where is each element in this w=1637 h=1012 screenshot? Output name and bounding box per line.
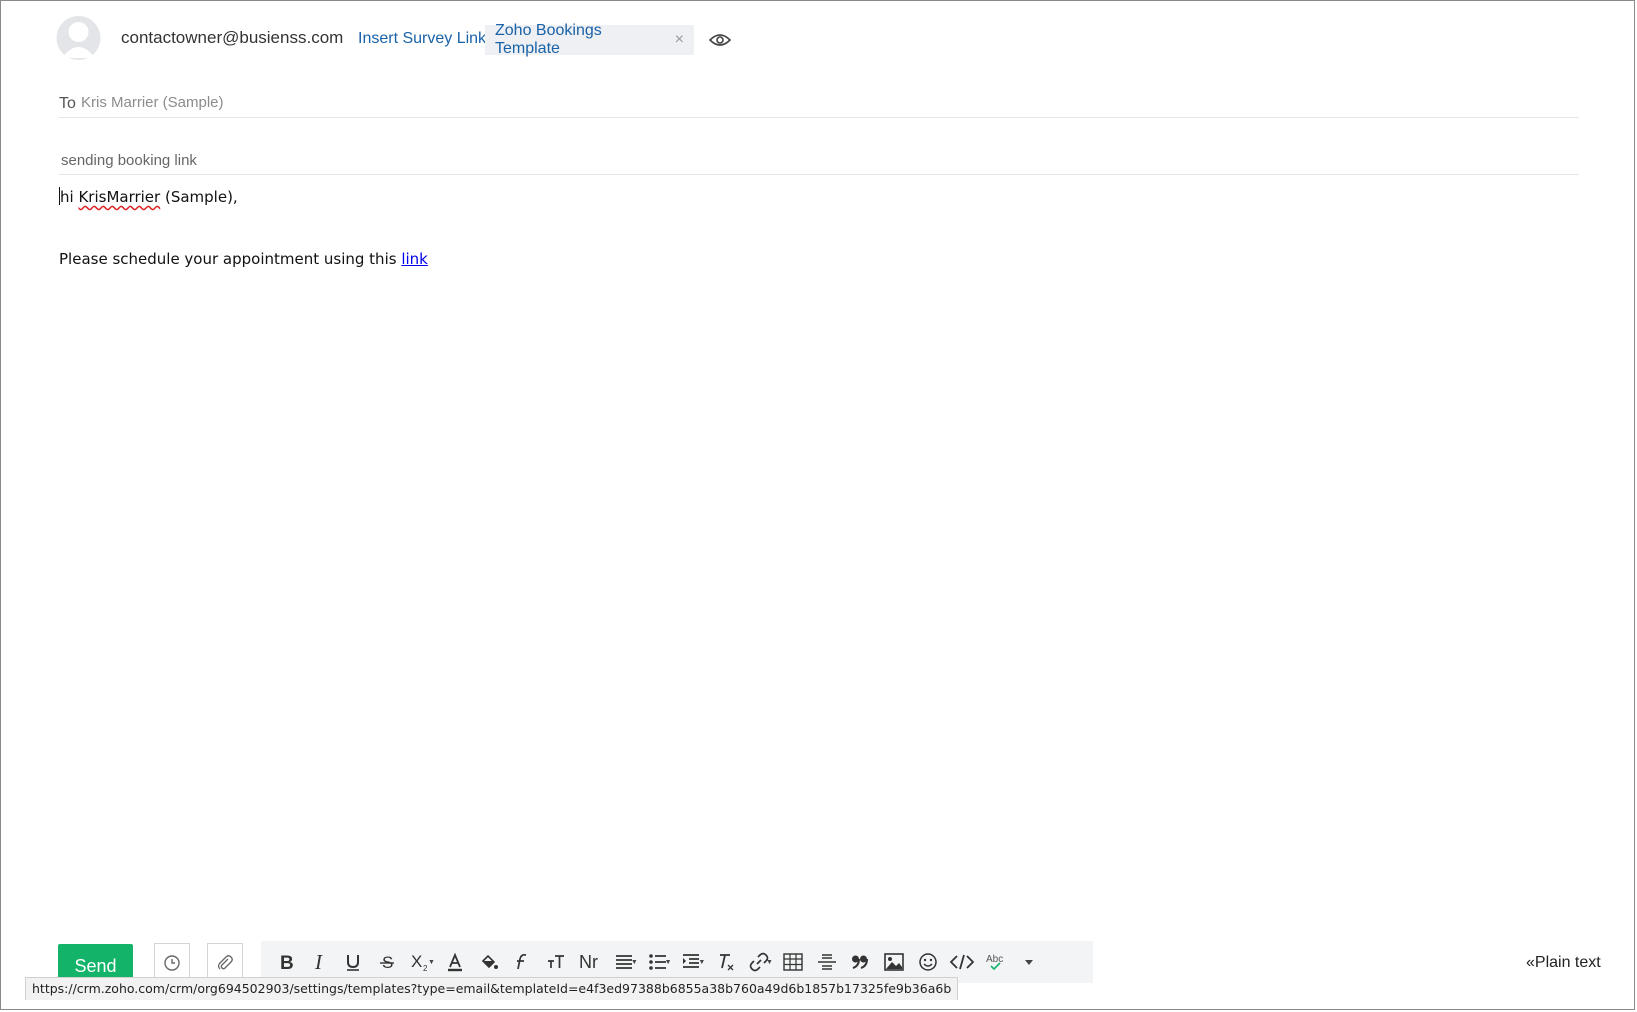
message-text: Please schedule your appointment using t… bbox=[59, 250, 402, 268]
horizontal-line-icon bbox=[817, 954, 836, 970]
svg-text:Nr: Nr bbox=[579, 952, 598, 972]
bold-button[interactable]: B bbox=[269, 945, 303, 979]
eye-icon[interactable] bbox=[709, 31, 731, 49]
to-field[interactable]: To Kris Marrier (Sample) bbox=[59, 87, 1579, 118]
font-family-button[interactable] bbox=[506, 945, 540, 979]
strikethrough-icon: S bbox=[380, 953, 395, 972]
chevron-down-icon: ▼ bbox=[698, 959, 706, 966]
emoji-button[interactable] bbox=[911, 945, 945, 979]
subject-value[interactable]: sending booking link bbox=[61, 152, 197, 169]
align-button[interactable]: ▼ bbox=[607, 945, 641, 979]
chevron-down-icon: ▼ bbox=[630, 959, 638, 966]
bold-icon: B bbox=[280, 953, 294, 972]
svg-text:I: I bbox=[314, 952, 323, 972]
svg-text:X: X bbox=[411, 952, 422, 971]
svg-text:B: B bbox=[280, 953, 294, 972]
code-icon bbox=[949, 954, 974, 970]
spellcheck-button[interactable]: Abc bbox=[979, 945, 1013, 979]
text-case-icon: Nr bbox=[579, 952, 598, 972]
text-case-button[interactable]: Nr bbox=[573, 945, 607, 979]
status-bar-url: https://crm.zoho.com/crm/org694502903/se… bbox=[25, 977, 959, 1000]
clear-format-icon bbox=[720, 954, 734, 971]
close-icon[interactable]: × bbox=[675, 31, 684, 49]
table-icon bbox=[783, 953, 803, 971]
template-chip[interactable]: Zoho Bookings Template × bbox=[485, 22, 694, 58]
spellcheck-icon: Abc bbox=[986, 954, 1003, 971]
more-icon bbox=[1025, 960, 1034, 965]
emoji-icon bbox=[919, 953, 937, 971]
to-label: To bbox=[59, 95, 76, 112]
chevron-down-icon: ▼ bbox=[428, 959, 435, 966]
fill-color-button[interactable] bbox=[472, 945, 506, 979]
greeting-name: KrisMarrier bbox=[78, 188, 161, 206]
chevron-down-icon: ▼ bbox=[664, 959, 672, 966]
clock-icon bbox=[164, 955, 180, 971]
booking-link[interactable]: link bbox=[401, 250, 428, 268]
italic-button[interactable]: I bbox=[303, 945, 337, 979]
template-chip-label[interactable]: Zoho Bookings Template bbox=[495, 22, 667, 58]
indent-button[interactable]: ▼ bbox=[675, 945, 709, 979]
image-icon bbox=[884, 953, 905, 971]
quote-button[interactable] bbox=[844, 945, 878, 979]
strikethrough-button[interactable]: S bbox=[370, 945, 404, 979]
more-options-button[interactable] bbox=[1013, 945, 1047, 979]
chevron-down-icon: ▼ bbox=[766, 959, 773, 966]
quote-icon bbox=[852, 955, 869, 969]
email-compose-window: contactowner@busienss.com Insert Survey … bbox=[0, 0, 1635, 1010]
font-color-button[interactable] bbox=[438, 945, 472, 979]
greeting-suffix: (Sample), bbox=[160, 188, 238, 206]
plain-text-toggle[interactable]: «Plain text bbox=[1526, 954, 1601, 972]
horizontal-line-button[interactable] bbox=[810, 945, 844, 979]
subject-field[interactable]: sending booking link bbox=[59, 146, 1579, 175]
clear-format-button[interactable] bbox=[708, 945, 742, 979]
from-email[interactable]: contactowner@busienss.com bbox=[121, 28, 343, 48]
insert-survey-link[interactable]: Insert Survey Link bbox=[358, 30, 486, 48]
subscript-button[interactable]: X2 ▼ bbox=[404, 945, 438, 979]
message-line: Please schedule your appointment using t… bbox=[59, 250, 428, 268]
font-family-icon bbox=[517, 953, 527, 970]
table-button[interactable] bbox=[776, 945, 810, 979]
avatar-icon bbox=[56, 16, 101, 60]
email-body-editor[interactable]: hi KrisMarrier (Sample), Please schedule… bbox=[59, 187, 1559, 887]
greeting-prefix: hi bbox=[60, 188, 79, 206]
to-recipient[interactable]: Kris Marrier (Sample) bbox=[81, 94, 224, 111]
code-button[interactable] bbox=[945, 945, 979, 979]
link-button[interactable]: ▼ bbox=[742, 945, 776, 979]
underline-icon bbox=[347, 955, 360, 971]
font-size-button[interactable] bbox=[539, 945, 573, 979]
underline-button[interactable] bbox=[337, 945, 371, 979]
fill-color-icon bbox=[481, 954, 498, 969]
italic-icon: I bbox=[314, 952, 323, 972]
font-color-icon bbox=[447, 952, 462, 972]
svg-text:Abc: Abc bbox=[986, 954, 1003, 965]
greeting-line: hi KrisMarrier (Sample), bbox=[59, 187, 238, 206]
font-size-icon bbox=[548, 955, 565, 968]
list-button[interactable]: ▼ bbox=[641, 945, 675, 979]
attachment-icon bbox=[217, 955, 233, 970]
image-button[interactable] bbox=[877, 945, 911, 979]
